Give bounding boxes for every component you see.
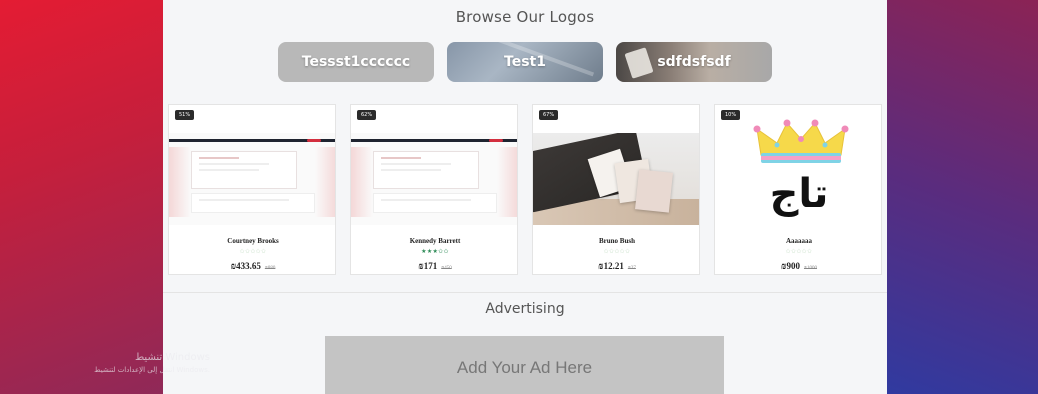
category-tessst1cccccc[interactable]: Tessst1cccccc bbox=[278, 42, 434, 82]
product-name: Kennedy Barrett bbox=[409, 237, 461, 245]
right-gradient-panel bbox=[887, 0, 1038, 394]
old-price: ₪1000 bbox=[803, 266, 818, 271]
discount-badge: 10% bbox=[721, 110, 741, 120]
section-divider bbox=[163, 292, 887, 293]
logo-text: تاج bbox=[769, 171, 829, 217]
old-price: ₪880 bbox=[264, 266, 276, 271]
current-price: ₪433.65 bbox=[230, 261, 261, 271]
product-name: Aaaaaaa bbox=[785, 237, 813, 245]
product-image bbox=[169, 133, 335, 225]
product-card[interactable]: 51% Courtney Brooks ✩✩✩✩✩ ₪433.65 ₪880 bbox=[168, 104, 336, 275]
rating-stars: ✩✩✩✩✩ bbox=[603, 249, 631, 255]
category-label: sdfdsfsdf bbox=[657, 54, 731, 70]
old-price: ₪450 bbox=[441, 266, 452, 271]
rating-stars: ✩✩✩✩✩ bbox=[785, 249, 813, 255]
browse-title: Browse Our Logos bbox=[455, 8, 595, 26]
product-image bbox=[351, 133, 517, 225]
category-sdfdsfsdf[interactable]: sdfdsfsdf bbox=[616, 42, 772, 82]
product-image bbox=[533, 133, 699, 225]
product-price: ₪433.65 ₪880 bbox=[169, 261, 335, 271]
current-price: ₪171 bbox=[418, 261, 438, 271]
rating-stars: ★★★✩✩ bbox=[421, 249, 449, 255]
category-label: Tessst1cccccc bbox=[301, 54, 411, 70]
discount-badge: 67% bbox=[539, 110, 559, 120]
ad-label: Add Your Ad Here bbox=[456, 358, 593, 377]
product-name: Bruno Bush bbox=[599, 237, 635, 245]
main-content: Browse Our Logos Tessst1cccccc Test1 sdf… bbox=[163, 0, 887, 394]
ad-placeholder[interactable]: Add Your Ad Here bbox=[325, 336, 724, 394]
product-price: ₪171 ₪450 bbox=[351, 261, 517, 271]
crown-icon bbox=[753, 119, 849, 163]
category-label: Test1 bbox=[504, 54, 546, 70]
category-test1[interactable]: Test1 bbox=[447, 42, 603, 82]
product-price: ₪900 ₪1000 bbox=[715, 261, 881, 271]
current-price: ₪12.21 bbox=[598, 261, 624, 271]
product-name: Courtney Brooks bbox=[227, 237, 279, 245]
current-price: ₪900 bbox=[780, 261, 800, 271]
rating-stars: ✩✩✩✩✩ bbox=[239, 249, 267, 255]
watermark-line-1: تنشيط Windows bbox=[134, 352, 210, 363]
discount-badge: 51% bbox=[175, 110, 195, 120]
watermark-line-2: انتقل إلى الإعدادات لتنشيط Windows. bbox=[94, 366, 210, 374]
product-card[interactable]: تاج 10% Aaaaaaa ✩✩✩✩✩ ₪900 ₪1000 bbox=[714, 104, 882, 275]
advertising-title: Advertising bbox=[485, 301, 565, 317]
discount-badge: 62% bbox=[357, 110, 377, 120]
product-image: تاج bbox=[715, 105, 881, 225]
product-card[interactable]: 67% Bruno Bush ✩✩✩✩✩ ₪12.21 ₪37 bbox=[532, 104, 700, 275]
left-gradient-panel bbox=[0, 0, 163, 394]
product-card[interactable]: 62% Kennedy Barrett ★★★✩✩ ₪171 ₪450 bbox=[350, 104, 518, 275]
product-price: ₪12.21 ₪37 bbox=[533, 261, 699, 271]
old-price: ₪37 bbox=[627, 266, 636, 271]
windows-activation-watermark: تنشيط Windows انتقل إلى الإعدادات لتنشيط… bbox=[62, 352, 210, 374]
